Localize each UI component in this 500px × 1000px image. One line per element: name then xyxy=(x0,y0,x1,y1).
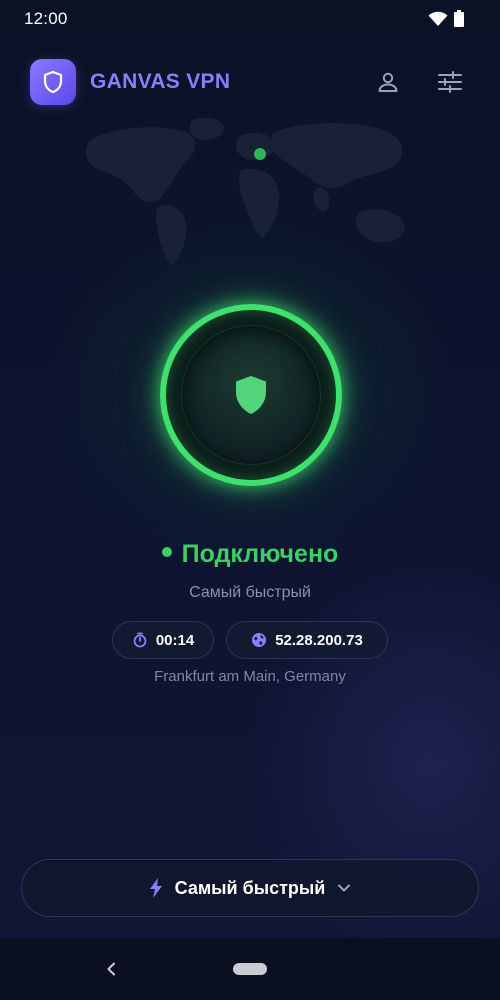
timer-value: 00:14 xyxy=(155,631,195,649)
back-button[interactable] xyxy=(100,958,122,980)
server-selector-button[interactable]: Самый быстрый xyxy=(21,859,479,917)
location-marker xyxy=(254,148,266,160)
shield-icon xyxy=(236,376,266,414)
stopwatch-icon xyxy=(133,632,147,648)
profile-button[interactable] xyxy=(372,66,404,98)
sliders-icon xyxy=(438,71,462,93)
world-map xyxy=(85,118,405,266)
server-location: Frankfurt am Main, Germany xyxy=(154,668,346,685)
home-button[interactable] xyxy=(233,963,267,975)
ip-value: 52.28.200.73 xyxy=(275,631,363,649)
system-nav-bar xyxy=(0,938,500,1000)
chevron-down-icon xyxy=(338,884,351,892)
status-time: 12:00 xyxy=(24,9,68,28)
wifi-icon xyxy=(428,11,448,26)
ip-chip: 52.28.200.73 xyxy=(226,621,388,659)
connection-status-text: Подключено xyxy=(181,540,339,568)
chevron-left-icon xyxy=(107,962,115,976)
status-dot xyxy=(161,547,172,558)
app-logo xyxy=(30,59,76,105)
app-title: GANVAS VPN xyxy=(90,70,231,93)
server-selector-label: Самый быстрый xyxy=(174,877,326,898)
timer-chip: 00:14 xyxy=(112,621,214,659)
lightning-icon xyxy=(149,878,162,898)
connection-status: Подключено xyxy=(0,540,500,569)
battery-icon xyxy=(454,10,464,27)
status-bar: 12:00 xyxy=(0,0,500,36)
app-header: GANVAS VPN xyxy=(0,56,500,108)
connect-core xyxy=(182,326,320,464)
server-mode-label: Самый быстрый xyxy=(189,584,311,601)
person-icon xyxy=(378,72,398,92)
globe-icon xyxy=(252,633,267,647)
connect-button[interactable] xyxy=(160,304,342,486)
shield-icon xyxy=(43,70,63,94)
settings-button[interactable] xyxy=(434,66,466,98)
